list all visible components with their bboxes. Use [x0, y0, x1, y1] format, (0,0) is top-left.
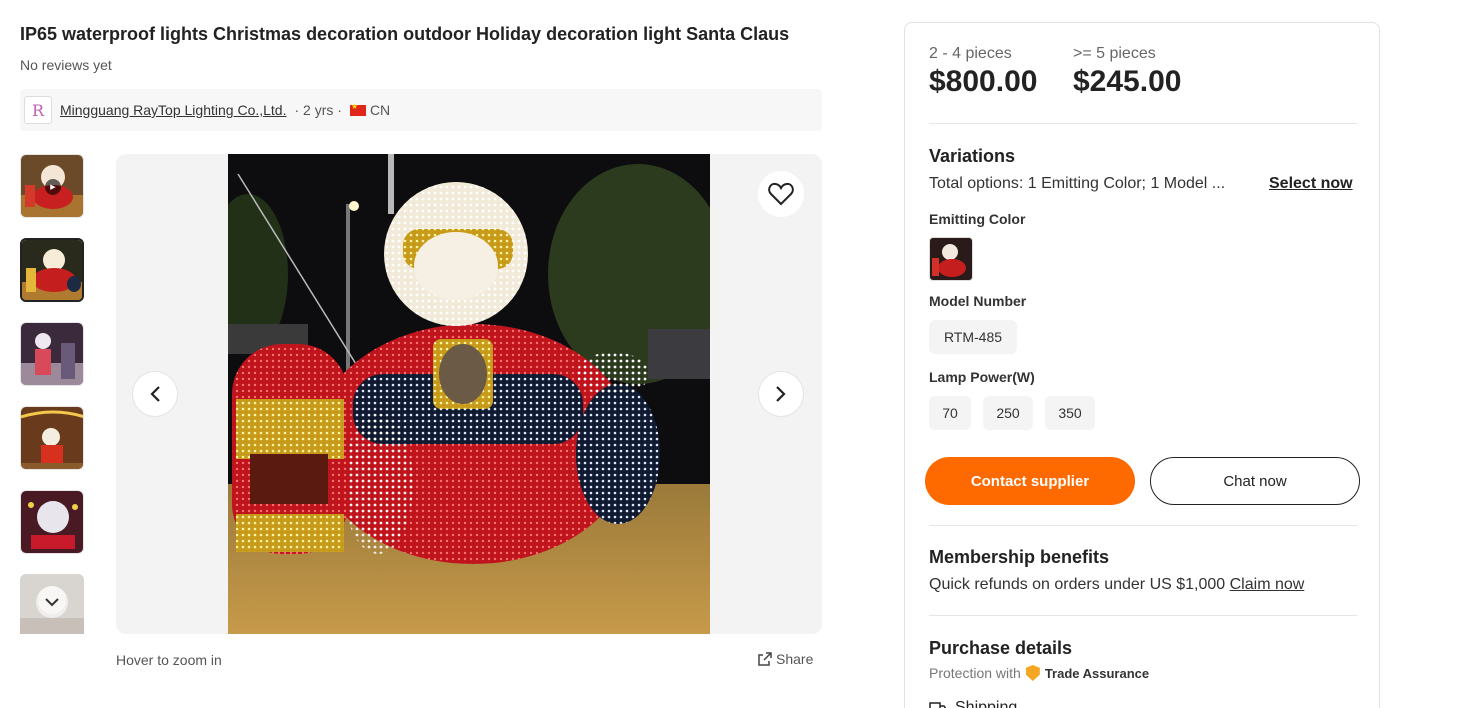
price-tier-qty: >= 5 pieces [1073, 45, 1156, 62]
lamp-power-option[interactable]: 250 [983, 396, 1033, 430]
shipping-label: Shipping [955, 699, 1018, 708]
supplier-years: · 2 yrs · [294, 102, 342, 118]
play-icon: ▶ [45, 179, 61, 195]
model-option-chip[interactable]: RTM-485 [929, 320, 1017, 354]
variations-title: Variations [929, 146, 1016, 166]
chevron-right-icon [776, 386, 786, 402]
lamp-power-label: Lamp Power(W) [929, 369, 1035, 385]
image-gallery [116, 154, 822, 634]
purchase-panel: 2 - 4 pieces $800.00 >= 5 pieces $245.00… [904, 22, 1380, 708]
share-label: Share [776, 651, 814, 667]
emitting-color-label: Emitting Color [929, 211, 1026, 227]
share-button[interactable]: Share [757, 651, 813, 667]
trade-assurance-row: Protection with Trade Assurance [929, 665, 1149, 681]
price-tier-qty: 2 - 4 pieces [929, 45, 1012, 62]
next-image-button[interactable] [758, 371, 804, 417]
favorite-button[interactable] [758, 171, 804, 217]
price-tier-1: 2 - 4 pieces $800.00 [929, 45, 1037, 99]
prev-image-button[interactable] [132, 371, 178, 417]
shipping-row[interactable]: Shipping [929, 699, 1017, 708]
lamp-power-option[interactable]: 70 [929, 396, 971, 430]
variations-summary: Total options: 1 Emitting Color; 1 Model… [929, 175, 1226, 192]
thumbnail-5[interactable] [20, 490, 84, 554]
thumbnail-selected[interactable] [20, 238, 84, 302]
share-icon [758, 652, 772, 666]
chevron-down-icon[interactable] [36, 586, 68, 618]
supplier-country: CN [369, 102, 391, 118]
membership-title: Membership benefits [929, 547, 1110, 567]
chat-now-button[interactable]: Chat now [1150, 457, 1360, 505]
contact-supplier-button[interactable]: Contact supplier [925, 457, 1135, 505]
zoom-hint: Hover to zoom in [116, 652, 222, 668]
membership-description: Quick refunds on orders under US $1,000 [929, 576, 1226, 593]
model-number-label: Model Number [929, 293, 1027, 309]
shield-icon [1025, 665, 1040, 681]
divider [929, 123, 1357, 124]
membership-text: Quick refunds on orders under US $1,000 … [929, 576, 1304, 594]
select-now-link[interactable]: Select now [1269, 175, 1353, 193]
price-tier-2: >= 5 pieces $245.00 [1073, 45, 1181, 99]
divider [929, 615, 1357, 616]
protection-prefix: Protection with [929, 665, 1021, 681]
review-status: No reviews yet [20, 57, 112, 73]
emitting-color-swatch[interactable] [929, 237, 973, 281]
lamp-power-option[interactable]: 350 [1045, 396, 1095, 430]
divider [929, 525, 1357, 526]
heart-icon [768, 182, 794, 206]
thumbnail-4[interactable] [20, 406, 84, 470]
purchase-details-title: Purchase details [929, 638, 1073, 658]
supplier-logo[interactable]: R [24, 96, 52, 124]
claim-now-link[interactable]: Claim now [1230, 576, 1305, 593]
product-title: IP65 waterproof lights Christmas decorat… [20, 24, 790, 44]
price-tier-value: $800.00 [929, 65, 1038, 98]
chevron-left-icon [150, 386, 160, 402]
thumbnail-more[interactable] [20, 574, 84, 634]
thumbnail-video[interactable]: ▶ [20, 154, 84, 218]
supplier-name-link[interactable]: Mingguang RayTop Lighting Co.,Ltd. [60, 102, 286, 118]
truck-icon [929, 702, 947, 708]
main-product-image[interactable] [228, 154, 710, 634]
china-flag-icon [349, 102, 366, 116]
supplier-bar: R Mingguang RayTop Lighting Co.,Ltd. · 2… [20, 89, 822, 131]
thumbnail-3[interactable] [20, 322, 84, 386]
thumbnail-list: ▶ [20, 154, 84, 634]
price-tier-value: $245.00 [1073, 65, 1182, 98]
trade-assurance-label[interactable]: Trade Assurance [1045, 666, 1149, 681]
